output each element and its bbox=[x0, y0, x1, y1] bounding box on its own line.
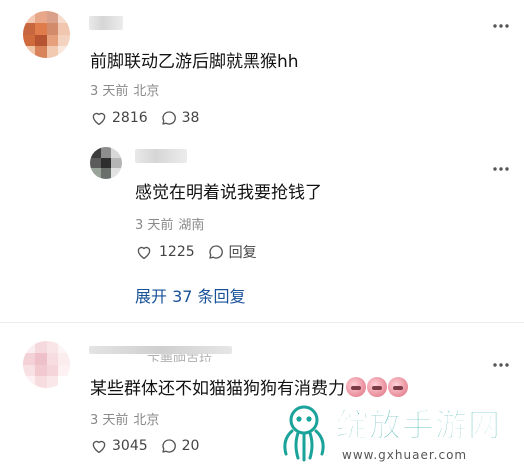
username[interactable] bbox=[135, 149, 187, 163]
avatar[interactable] bbox=[90, 147, 122, 179]
more-icon bbox=[493, 24, 509, 28]
location: 北京 bbox=[133, 84, 160, 99]
comment-meta: 3 天前 北京 bbox=[90, 409, 159, 428]
divider bbox=[0, 322, 524, 323]
comment-icon bbox=[161, 439, 176, 453]
more-button[interactable] bbox=[492, 14, 510, 33]
more-button[interactable] bbox=[492, 353, 510, 372]
more-icon bbox=[493, 167, 509, 171]
comment-actions: 3045 20 bbox=[90, 437, 199, 455]
like-button[interactable]: 3045 bbox=[90, 437, 148, 455]
pig-emoji-icon bbox=[346, 377, 366, 397]
username-text: 下要吧百拉 bbox=[147, 354, 213, 362]
expand-replies-link[interactable]: 展开 37 条回复 bbox=[135, 283, 246, 307]
avatar[interactable] bbox=[23, 341, 70, 388]
like-button[interactable]: 1225 bbox=[135, 243, 195, 261]
timestamp: 3 天前 bbox=[90, 84, 129, 99]
timestamp: 3 天前 bbox=[90, 413, 129, 428]
comment-text: 前脚联动乙游后脚就黑猴hh bbox=[90, 52, 299, 72]
watermark-logo bbox=[283, 405, 325, 462]
comment-actions: 1225 回复 bbox=[135, 242, 257, 262]
like-count: 3045 bbox=[112, 438, 148, 454]
comment-icon bbox=[161, 111, 176, 125]
comment-actions: 2816 38 bbox=[90, 109, 199, 127]
comment-text: 感觉在明着说我要抢钱了 bbox=[135, 183, 322, 203]
watermark: 绽放手游网 www.gxhuaer.com bbox=[276, 398, 520, 466]
location: 北京 bbox=[133, 413, 160, 428]
reply-count: 20 bbox=[181, 438, 200, 454]
reply-button[interactable]: 38 bbox=[160, 109, 200, 127]
comment-icon bbox=[208, 245, 223, 259]
more-button[interactable] bbox=[492, 157, 510, 176]
reply-button[interactable]: 20 bbox=[160, 437, 200, 455]
comment-text: 某些群体还不如猫猫狗狗有消费力 bbox=[90, 374, 408, 399]
heart-icon bbox=[92, 440, 106, 454]
like-button[interactable]: 2816 bbox=[90, 109, 148, 127]
like-count: 1225 bbox=[159, 244, 195, 260]
heart-icon bbox=[92, 112, 106, 126]
reply-button[interactable]: 回复 bbox=[207, 242, 257, 262]
location: 湖南 bbox=[178, 218, 205, 233]
reply-label: 回复 bbox=[228, 245, 257, 261]
timestamp: 3 天前 bbox=[135, 218, 174, 233]
username[interactable]: 下要吧百拉 bbox=[89, 346, 232, 362]
watermark-url: www.gxhuaer.com bbox=[342, 448, 468, 462]
comment-meta: 3 天前 北京 bbox=[90, 80, 159, 99]
avatar[interactable] bbox=[23, 11, 70, 58]
pig-emoji-icon bbox=[367, 377, 387, 397]
pig-emoji-icon bbox=[388, 377, 408, 397]
reply-count: 38 bbox=[181, 110, 200, 126]
more-icon bbox=[493, 363, 509, 367]
username[interactable] bbox=[89, 16, 123, 30]
heart-icon bbox=[137, 246, 151, 260]
like-count: 2816 bbox=[112, 110, 148, 126]
comment-text-body: 某些群体还不如猫猫狗狗有消费力 bbox=[90, 379, 345, 399]
comment-meta: 3 天前 湖南 bbox=[135, 214, 204, 233]
watermark-brand: 绽放手游网 bbox=[335, 406, 502, 445]
